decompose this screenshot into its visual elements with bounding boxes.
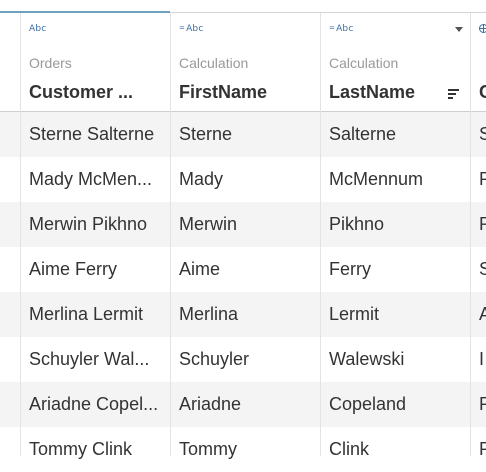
sort-icon[interactable] — [448, 89, 459, 100]
table-cell[interactable]: Sterne — [171, 112, 321, 157]
table-cell[interactable]: R — [471, 202, 486, 247]
row-stub — [0, 247, 20, 292]
column-header-partial[interactable]: C C — [471, 13, 486, 112]
table-cell[interactable]: Ariadne Copel... — [21, 382, 171, 427]
globe-icon[interactable] — [479, 24, 486, 33]
row-stub — [0, 382, 20, 427]
row-stub — [0, 112, 20, 157]
table-cell[interactable]: McMennum — [321, 157, 471, 202]
column-source-label: Calculation — [329, 55, 399, 71]
table-cell[interactable]: Pikhno — [321, 202, 471, 247]
column-header-last-name[interactable]: =Abc Calculation LastName — [321, 13, 471, 112]
table-cell[interactable]: Walewski — [321, 337, 471, 382]
table-cell[interactable]: P — [471, 382, 486, 427]
table-cell[interactable]: Sterne Salterne — [21, 112, 171, 157]
table-cell[interactable]: Tommy — [171, 427, 321, 472]
calculated-string-icon[interactable]: =Abc — [329, 24, 354, 34]
table-cell[interactable]: A — [471, 292, 486, 337]
column-last-name[interactable]: =Abc Calculation LastName Salterne McMen… — [320, 13, 471, 459]
calculated-string-icon[interactable]: =Abc — [179, 24, 204, 34]
table-cell[interactable]: I — [471, 337, 486, 382]
chevron-down-icon[interactable] — [455, 27, 463, 32]
column-header-first-name[interactable]: =Abc Calculation FirstName — [171, 13, 321, 112]
row-stub — [0, 202, 20, 247]
data-grid: Abc Orders Customer ... Sterne Salterne … — [0, 0, 486, 459]
column-partial[interactable]: C C S P R S A I P P — [470, 13, 486, 456]
table-cell[interactable]: Merlina Lermit — [21, 292, 171, 337]
table-cell[interactable]: Aime — [171, 247, 321, 292]
table-cell[interactable]: Merwin Pikhno — [21, 202, 171, 247]
table-cell[interactable]: Merwin — [171, 202, 321, 247]
table-cell[interactable]: Mady — [171, 157, 321, 202]
row-index-column — [0, 13, 20, 456]
column-name-label: FirstName — [179, 82, 268, 102]
table-cell[interactable]: Tommy Clink — [21, 427, 171, 472]
column-source-label: Calculation — [179, 55, 249, 71]
column-name-label: Customer ... — [29, 82, 134, 102]
table-cell[interactable]: Schuyler — [171, 337, 321, 382]
table-cell[interactable]: Merlina — [171, 292, 321, 337]
column-header-customer-name[interactable]: Abc Orders Customer ... — [21, 13, 171, 112]
row-stub — [0, 292, 20, 337]
table-cell[interactable]: Salterne — [321, 112, 471, 157]
string-type-icon[interactable]: Abc — [29, 24, 46, 34]
table-cell[interactable]: P — [471, 157, 486, 202]
table-cell[interactable]: Mady McMen... — [21, 157, 171, 202]
row-stub — [0, 337, 20, 382]
table-cell[interactable]: Clink — [321, 427, 471, 472]
column-first-name[interactable]: =Abc Calculation FirstName Sterne Mady M… — [170, 13, 321, 459]
table-cell[interactable]: P — [471, 427, 486, 456]
column-source-label: Orders — [29, 55, 72, 71]
table-cell[interactable]: Aime Ferry — [21, 247, 171, 292]
table-cell[interactable]: Ariadne — [171, 382, 321, 427]
table-cell[interactable]: S — [471, 247, 486, 292]
table-cell[interactable]: Lermit — [321, 292, 471, 337]
row-index-header — [0, 13, 20, 112]
row-stub — [0, 157, 20, 202]
column-name-label: C — [479, 82, 486, 103]
table-cell[interactable]: Ferry — [321, 247, 471, 292]
row-stub — [0, 427, 20, 472]
column-source-label: C — [479, 55, 486, 71]
table-cell[interactable]: Copeland — [321, 382, 471, 427]
column-name-label: LastName — [329, 82, 416, 102]
table-cell[interactable]: S — [471, 112, 486, 157]
column-customer-name[interactable]: Abc Orders Customer ... Sterne Salterne … — [20, 13, 171, 459]
table-cell[interactable]: Schuyler Wal... — [21, 337, 171, 382]
